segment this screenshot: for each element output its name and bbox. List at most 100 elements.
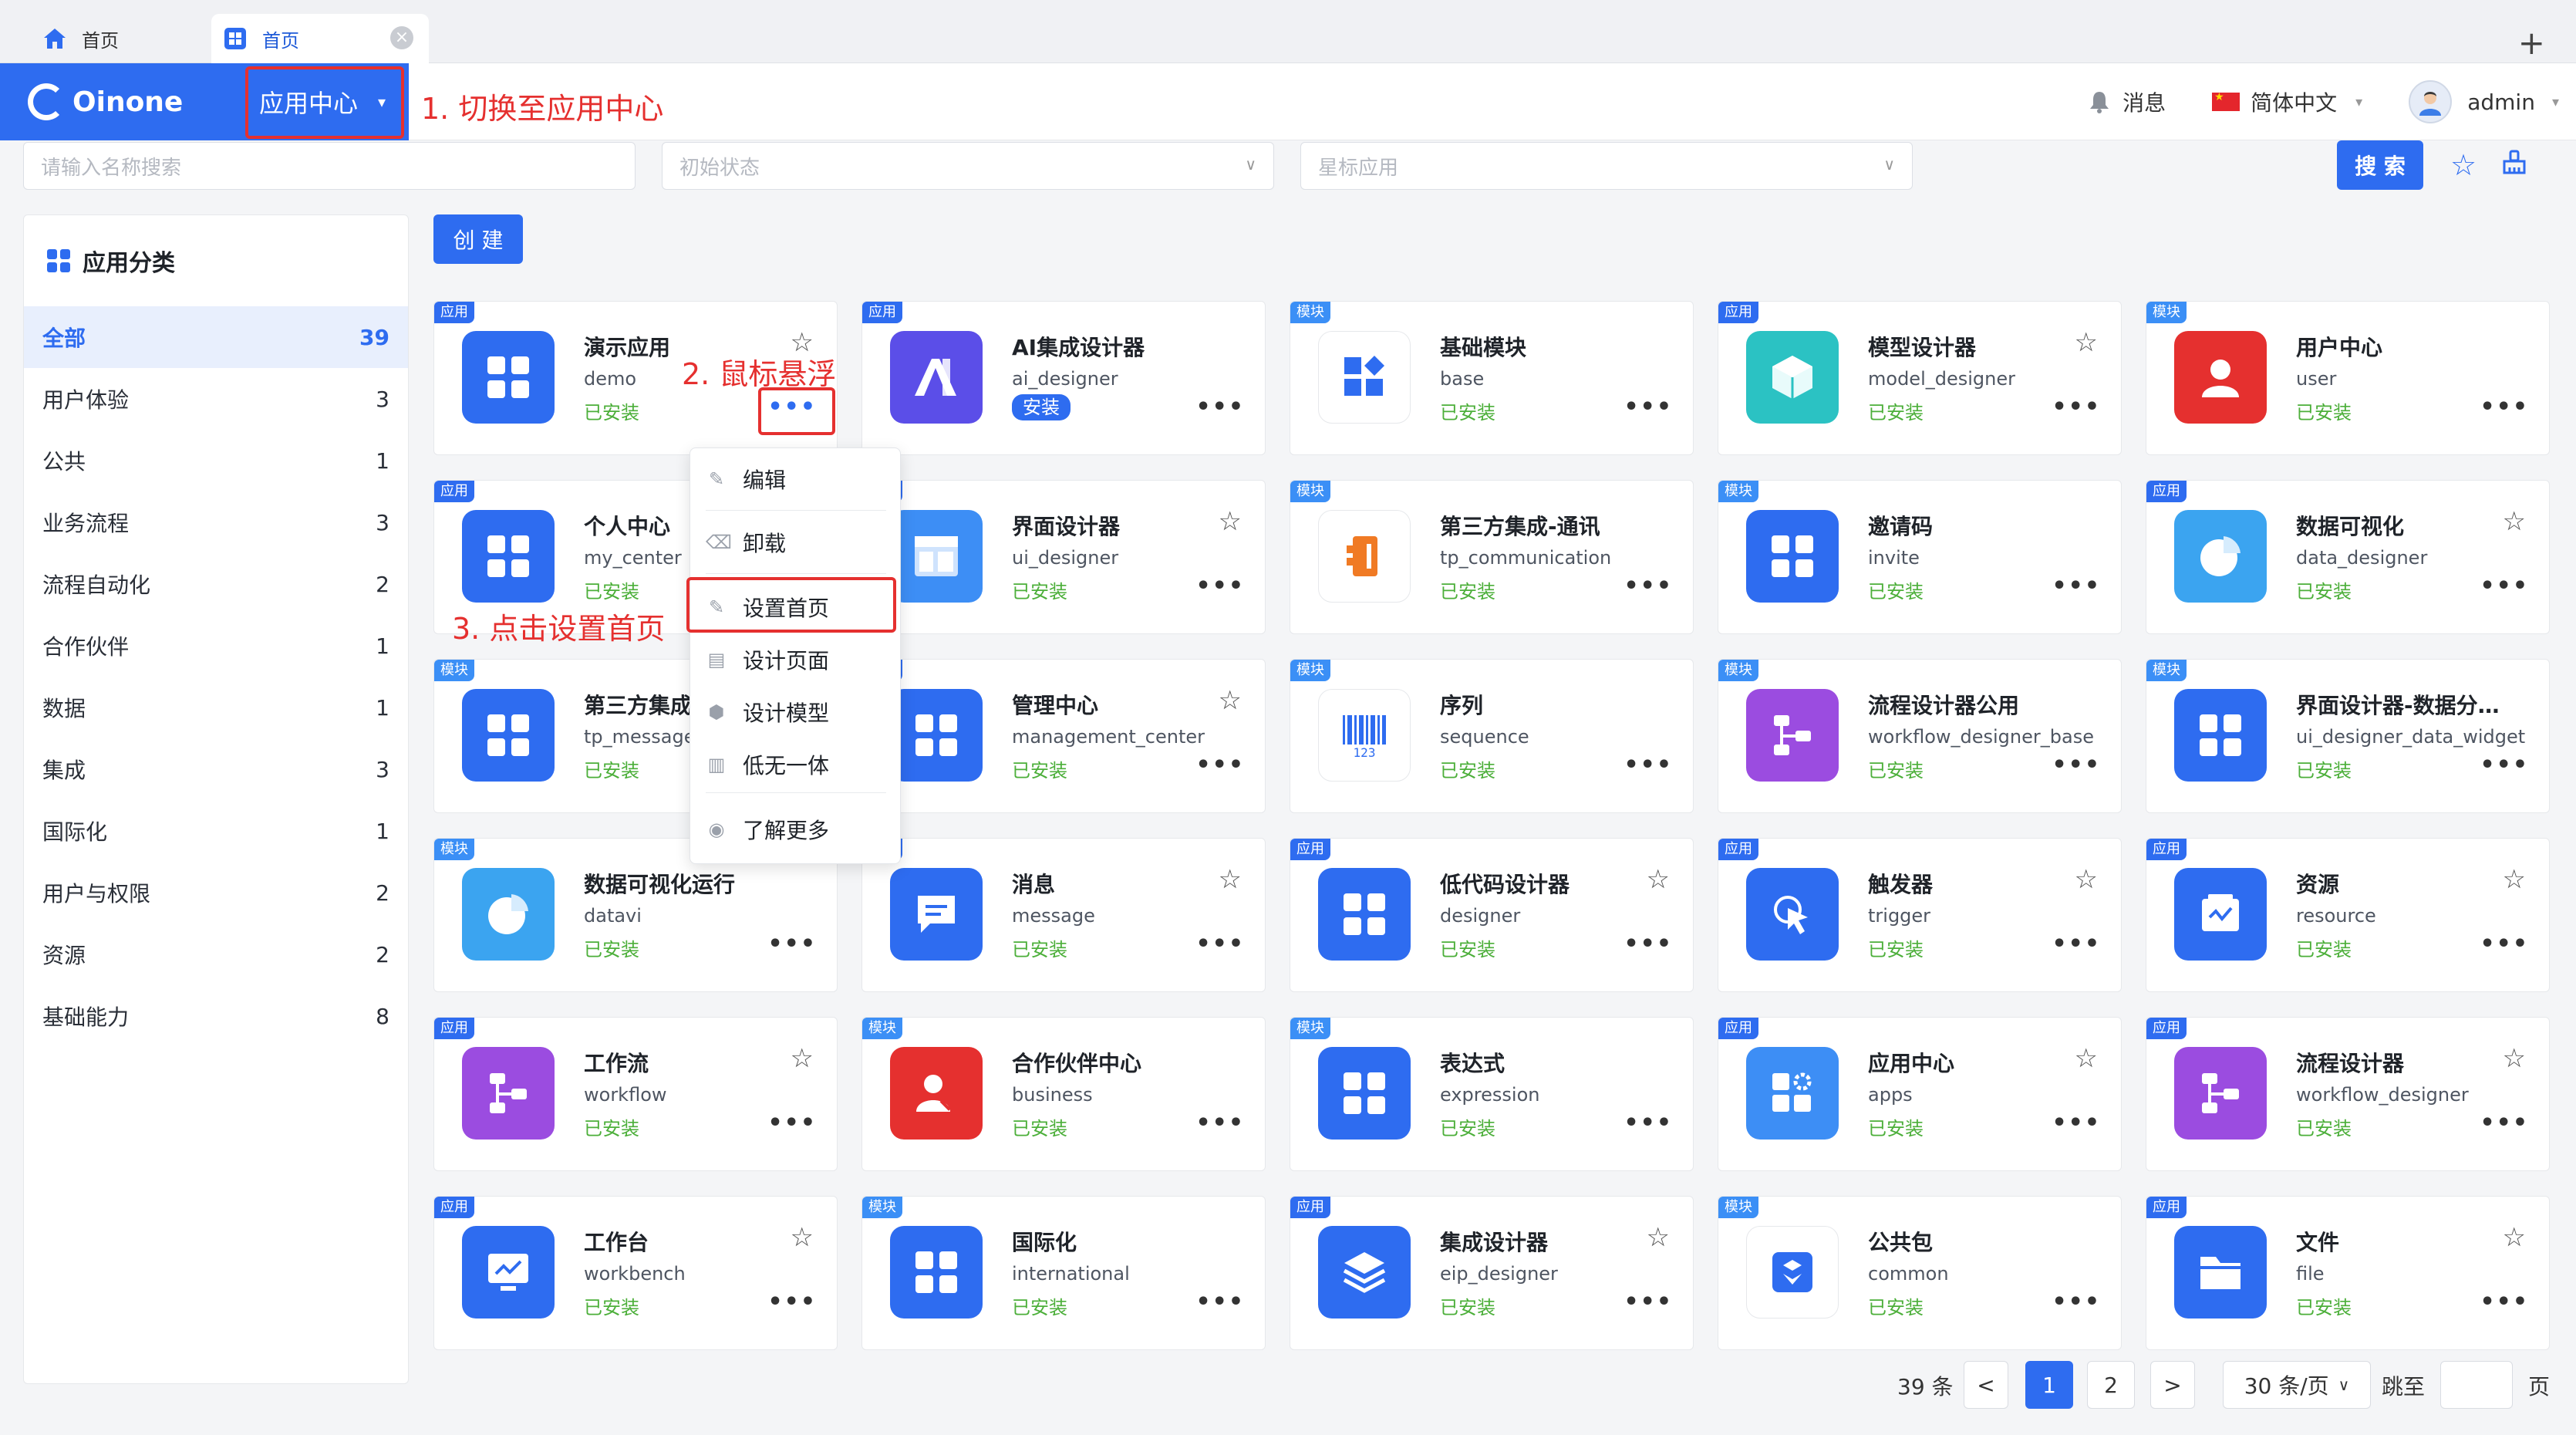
context-menu-item[interactable]: ▤ 设计页面 bbox=[706, 636, 886, 683]
more-actions-icon[interactable]: ••• bbox=[1623, 1291, 1673, 1314]
app-card[interactable]: 应用消息message已安装☆••• bbox=[861, 838, 1266, 992]
app-card[interactable]: 模块 第三方集成-通讯 tp_communication 已安装 ••• bbox=[1290, 480, 1694, 634]
next-page-button[interactable]: > bbox=[2150, 1361, 2195, 1409]
sidebar-item[interactable]: 合作伙伴 1 bbox=[24, 615, 408, 677]
user-menu[interactable]: admin ▾ bbox=[2409, 80, 2559, 123]
more-actions-icon[interactable]: ••• bbox=[2480, 1112, 2529, 1135]
context-menu-item[interactable]: ⬢ 设计模型 bbox=[706, 689, 886, 735]
star-icon[interactable]: ☆ bbox=[2503, 1045, 2526, 1072]
more-actions-icon[interactable]: ••• bbox=[1623, 1112, 1673, 1135]
more-actions-icon[interactable]: ••• bbox=[2480, 1291, 2529, 1314]
tab-home[interactable]: 首页 bbox=[42, 14, 196, 63]
sidebar-item[interactable]: 用户体验 3 bbox=[24, 368, 408, 430]
app-card[interactable]: 应用 数据可视化 data_designer 已安装 ☆ ••• bbox=[2146, 480, 2550, 634]
create-button[interactable]: 创 建 bbox=[433, 214, 523, 264]
app-card[interactable]: 应用 资源 resource 已安装 ☆ ••• bbox=[2146, 838, 2550, 992]
more-actions-icon[interactable]: ••• bbox=[1195, 1112, 1245, 1135]
name-search-input[interactable]: 请输入名称搜索 bbox=[23, 142, 636, 190]
app-card[interactable]: 应用 模型设计器 model_designer 已安装 ☆ ••• bbox=[1718, 301, 2122, 455]
sidebar-item[interactable]: 国际化 1 bbox=[24, 800, 408, 862]
more-actions-icon[interactable]: ••• bbox=[2480, 933, 2529, 956]
star-icon[interactable]: ☆ bbox=[2075, 329, 2098, 356]
context-menu-item[interactable]: ◉ 了解更多 bbox=[706, 806, 886, 853]
app-card[interactable]: 模块 合作伙伴中心 business 已安装 ••• bbox=[861, 1017, 1266, 1171]
star-icon[interactable]: ☆ bbox=[1219, 866, 1242, 893]
sidebar-item[interactable]: 公共 1 bbox=[24, 430, 408, 491]
page-size-select[interactable]: 30 条/页 ∨ bbox=[2223, 1361, 2371, 1409]
star-icon[interactable]: ☆ bbox=[2075, 866, 2098, 893]
more-actions-icon[interactable]: ••• bbox=[1195, 933, 1245, 956]
more-actions-icon[interactable]: ••• bbox=[2052, 933, 2101, 956]
more-actions-icon[interactable]: ••• bbox=[2480, 754, 2529, 777]
more-actions-icon[interactable]: ••• bbox=[2052, 396, 2101, 419]
app-card[interactable]: 应用 流程设计器 workflow_designer 已安装 ☆ ••• bbox=[2146, 1017, 2550, 1171]
app-card[interactable]: 应用 触发器 trigger 已安装 ☆ ••• bbox=[1718, 838, 2122, 992]
star-icon[interactable]: ☆ bbox=[1647, 866, 1670, 893]
app-card[interactable]: 模块 流程设计器公用 workflow_designer_base 已安装 ••• bbox=[1718, 659, 2122, 813]
sidebar-item[interactable]: 全部 39 bbox=[24, 306, 408, 368]
star-filter-icon[interactable]: ☆ bbox=[2446, 148, 2480, 182]
more-actions-icon[interactable]: ••• bbox=[1623, 396, 1673, 419]
install-button[interactable]: 安装 bbox=[1012, 394, 1071, 420]
sidebar-item[interactable]: 数据 1 bbox=[24, 677, 408, 738]
clear-filter-icon[interactable] bbox=[2497, 148, 2531, 182]
sidebar-item[interactable]: 集成 3 bbox=[24, 738, 408, 800]
app-card[interactable]: 模块 基础模块 base 已安装 ••• bbox=[1290, 301, 1694, 455]
more-actions-icon[interactable]: ••• bbox=[1195, 575, 1245, 598]
more-actions-icon[interactable]: ••• bbox=[1623, 754, 1673, 777]
more-actions-icon[interactable]: ••• bbox=[1623, 575, 1673, 598]
app-card[interactable]: 模块 界面设计器-数据分… ui_designer_data_widget 已安装 ••… bbox=[2146, 659, 2550, 813]
star-icon[interactable]: ☆ bbox=[2075, 1045, 2098, 1072]
more-actions-icon[interactable]: ••• bbox=[1623, 933, 1673, 956]
more-actions-icon[interactable]: ••• bbox=[1195, 396, 1245, 419]
more-actions-icon[interactable]: ••• bbox=[1195, 1291, 1245, 1314]
sidebar-item[interactable]: 流程自动化 2 bbox=[24, 553, 408, 615]
search-button[interactable]: 搜 索 bbox=[2337, 140, 2423, 190]
app-card[interactable]: 应用管理中心management_center已安装☆••• bbox=[861, 659, 1266, 813]
app-card[interactable]: 应用 工作台 workbench 已安装 ☆ ••• bbox=[433, 1196, 838, 1350]
star-icon[interactable]: ☆ bbox=[791, 1045, 814, 1072]
star-icon[interactable]: ☆ bbox=[1647, 1224, 1670, 1251]
star-icon[interactable]: ☆ bbox=[2503, 1224, 2526, 1251]
more-actions-icon[interactable]: ••• bbox=[1195, 754, 1245, 777]
sidebar-item[interactable]: 资源 2 bbox=[24, 923, 408, 985]
more-actions-icon[interactable]: ••• bbox=[2052, 754, 2101, 777]
star-icon[interactable]: ☆ bbox=[2503, 508, 2526, 535]
close-icon[interactable]: × bbox=[390, 26, 413, 49]
more-actions-icon[interactable]: ••• bbox=[2052, 1291, 2101, 1314]
more-actions-icon[interactable]: ••• bbox=[767, 933, 817, 956]
more-actions-icon[interactable]: ••• bbox=[767, 1291, 817, 1314]
page-2-button[interactable]: 2 bbox=[2087, 1361, 2135, 1409]
context-menu-item[interactable]: ⌫ 卸载 bbox=[706, 519, 886, 566]
app-card[interactable]: 应用 工作流 workflow 已安装 ☆ ••• bbox=[433, 1017, 838, 1171]
app-card[interactable]: 模块 用户中心 user 已安装 ••• bbox=[2146, 301, 2550, 455]
app-card[interactable]: 应用 文件 file 已安装 ☆ ••• bbox=[2146, 1196, 2550, 1350]
brand-logo[interactable]: Oinone bbox=[0, 63, 231, 140]
sidebar-item[interactable]: 业务流程 3 bbox=[24, 491, 408, 553]
more-actions-icon[interactable]: ••• bbox=[767, 1112, 817, 1135]
sidebar-item[interactable]: 基础能力 8 bbox=[24, 985, 408, 1047]
context-menu-item[interactable]: ▥ 低无一体 bbox=[706, 741, 886, 788]
app-card[interactable]: 模块 国际化 international 已安装 ••• bbox=[861, 1196, 1266, 1350]
star-icon[interactable]: ☆ bbox=[1219, 508, 1242, 535]
status-select[interactable]: 初始状态 ∨ bbox=[662, 142, 1274, 190]
app-card[interactable]: 模块 公共包 common 已安装 ••• bbox=[1718, 1196, 2122, 1350]
page-1-button[interactable]: 1 bbox=[2025, 1361, 2073, 1409]
star-icon[interactable]: ☆ bbox=[2503, 866, 2526, 893]
app-card[interactable]: 应用 AI集成设计器 ai_designer 安装 ••• bbox=[861, 301, 1266, 455]
sidebar-item[interactable]: 用户与权限 2 bbox=[24, 862, 408, 923]
app-card[interactable]: 模块 邀请码 invite 已安装 ••• bbox=[1718, 480, 2122, 634]
more-actions-icon[interactable]: ••• bbox=[2480, 575, 2529, 598]
app-card[interactable]: 应用界面设计器ui_designer已安装☆••• bbox=[861, 480, 1266, 634]
star-icon[interactable]: ☆ bbox=[1219, 687, 1242, 714]
more-actions-icon[interactable]: ••• bbox=[2052, 575, 2101, 598]
app-card[interactable]: 应用 低代码设计器 designer 已安装 ☆ ••• bbox=[1290, 838, 1694, 992]
context-menu-item[interactable]: ✎ 编辑 bbox=[706, 456, 886, 502]
app-card[interactable]: 应用 集成设计器 eip_designer 已安装 ☆ ••• bbox=[1290, 1196, 1694, 1350]
tab-home-active[interactable]: 首页 × bbox=[211, 14, 429, 63]
app-card[interactable]: 模块 123 序列 sequence 已安装 ••• bbox=[1290, 659, 1694, 813]
prev-page-button[interactable]: < bbox=[1964, 1361, 2008, 1409]
app-card[interactable]: 模块 表达式 expression 已安装 ••• bbox=[1290, 1017, 1694, 1171]
language-select[interactable]: 简体中文 ▾ bbox=[2212, 86, 2362, 117]
jump-page-input[interactable] bbox=[2440, 1361, 2513, 1409]
